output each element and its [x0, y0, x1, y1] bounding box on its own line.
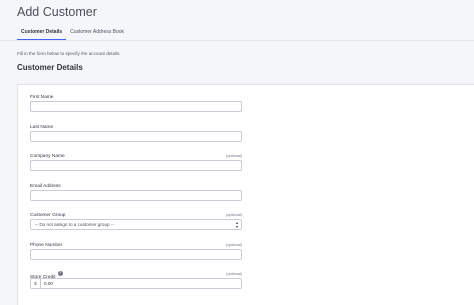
customer-group-field: Customer Group (optional) -- Do not assi…: [30, 212, 242, 230]
last-name-label: Last Name: [30, 124, 54, 130]
email-input[interactable]: [30, 190, 242, 201]
tab-bar: Customer Details Customer Address Book: [17, 29, 128, 40]
intro-text: Fill in the form below to specify the ac…: [17, 51, 121, 56]
phone-label: Phone Number: [30, 242, 63, 248]
customer-group-selected: -- Do not assign to a customer group --: [35, 222, 114, 227]
currency-prefix: $: [31, 279, 41, 288]
customer-group-optional: (optional): [226, 213, 242, 217]
company-name-field: Company Name (optional): [30, 153, 242, 171]
section-heading: Customer Details: [17, 63, 83, 72]
tab-customer-details[interactable]: Customer Details: [17, 29, 67, 40]
customer-group-select[interactable]: -- Do not assign to a customer group -- …: [30, 219, 242, 230]
help-circle-icon[interactable]: ?: [57, 271, 63, 277]
first-name-field: First Name: [30, 94, 242, 112]
store-credit-value: 0.00: [44, 281, 53, 286]
email-field: Email Address: [30, 183, 242, 201]
company-name-input[interactable]: [30, 160, 242, 171]
last-name-input[interactable]: [30, 131, 242, 142]
tab-customer-address-book[interactable]: Customer Address Book: [66, 29, 128, 40]
company-name-label: Company Name: [30, 153, 65, 159]
up-down-arrows-icon: ▴ ▾: [235, 220, 238, 229]
company-name-optional: (optional): [226, 154, 242, 158]
tab-divider: [0, 40, 474, 41]
page-title: Add Customer: [17, 5, 97, 19]
last-name-field: Last Name: [30, 124, 242, 142]
store-credit-optional: (optional): [226, 272, 242, 276]
first-name-input[interactable]: [30, 101, 242, 112]
customer-group-label: Customer Group: [30, 212, 66, 218]
store-credit-field: Store Credit? (optional) $ 0.00: [30, 271, 242, 289]
email-label: Email Address: [30, 183, 61, 189]
phone-input[interactable]: [30, 249, 242, 260]
store-credit-input[interactable]: $ 0.00: [30, 278, 242, 289]
phone-field: Phone Number (optional): [30, 242, 242, 260]
first-name-label: First Name: [30, 94, 54, 100]
phone-optional: (optional): [226, 243, 242, 247]
